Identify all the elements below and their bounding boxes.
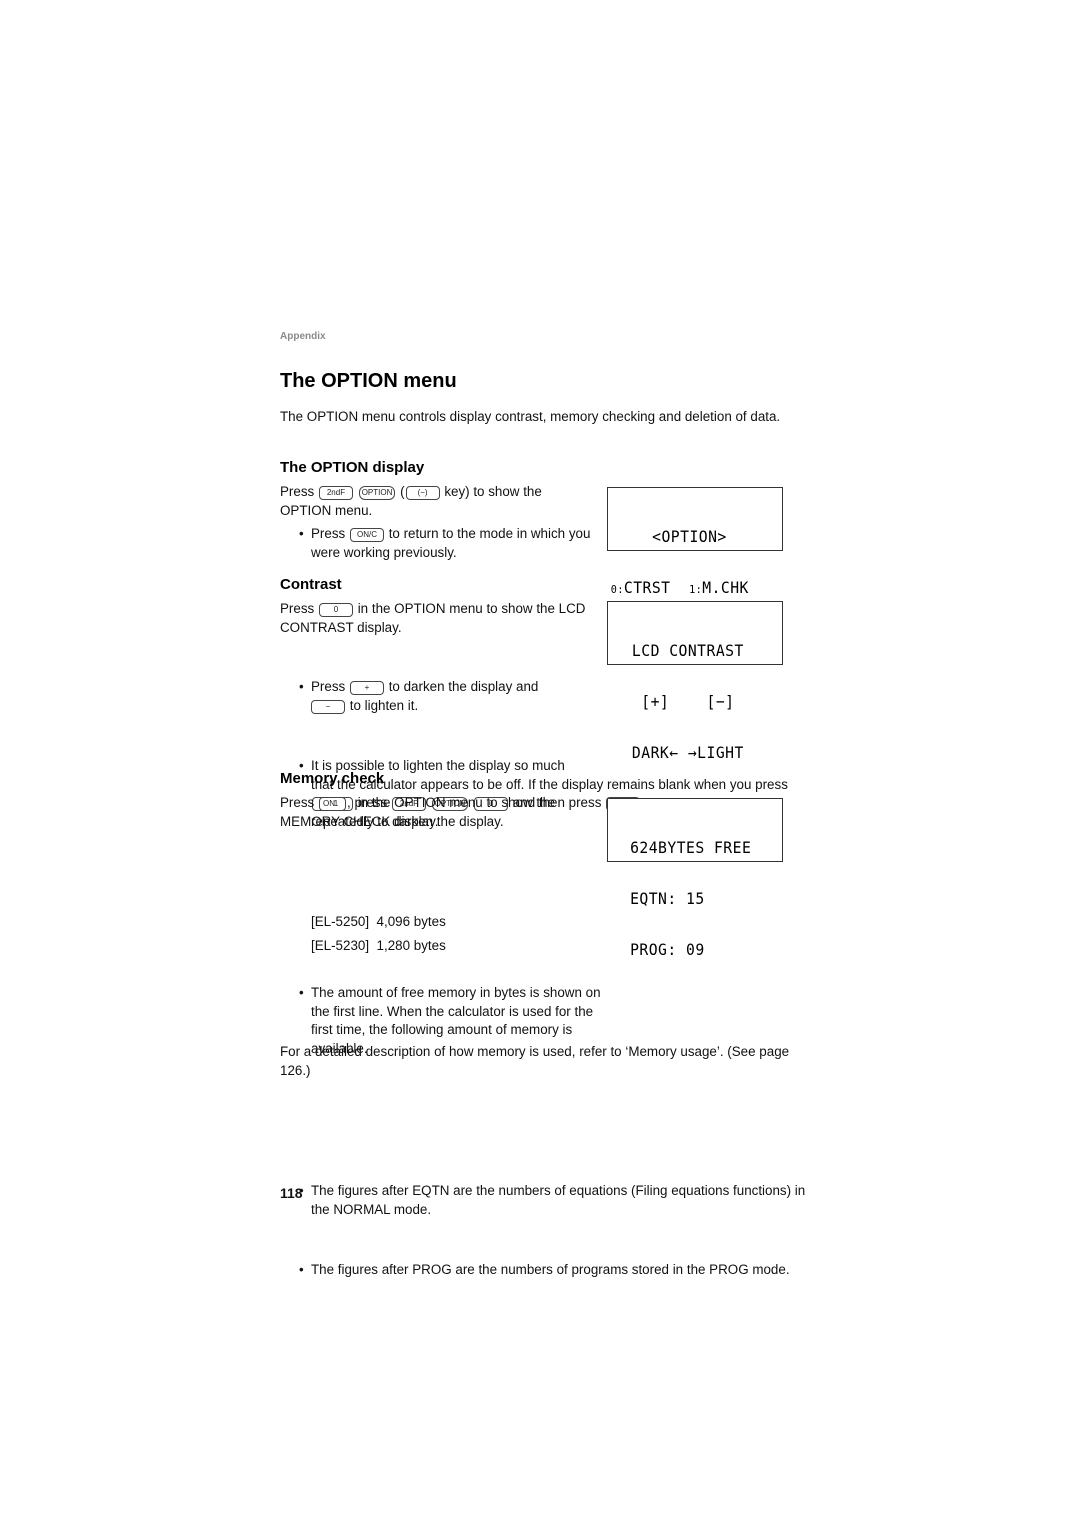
text: Press	[280, 484, 315, 499]
lcd-item: CTRST	[623, 578, 690, 597]
text: Press	[280, 601, 315, 616]
text: Press	[311, 679, 346, 694]
lcd-line-1: 624BYTES FREE	[630, 838, 752, 857]
option-display-bullet: Press ON/C to return to the mode in whic…	[280, 525, 611, 562]
heading-contrast: Contrast	[280, 576, 342, 593]
lcd-memory-check: 624BYTES FREE EQTN: 15 PROG: 09	[607, 798, 783, 958]
lcd-line-2: [+] [−]	[631, 692, 735, 711]
key-2ndf: 2ndF	[318, 486, 353, 500]
lcd-line-2: 0:CTRST 1:M.CHK	[608, 579, 768, 598]
contrast-paragraph: Press 0 in the OPTION menu to show the L…	[280, 600, 590, 637]
model-name: [EL-5250]	[311, 914, 370, 929]
key-negative: (−)	[405, 486, 440, 500]
model-row: [EL-5230] 1,280 bytes	[280, 937, 446, 956]
text: Press	[280, 795, 315, 810]
key-0: 0	[318, 603, 353, 617]
lcd-index: 1:	[689, 583, 703, 596]
lcd-line-3: DARK← →LIGHT	[631, 743, 744, 762]
lcd-contrast: LCD CONTRAST [+] [−] DARK← →LIGHT	[607, 601, 783, 761]
heading-option-display: The OPTION display	[280, 459, 425, 476]
memory-usage-reference: For a detailed description of how memory…	[280, 1044, 790, 1078]
model-row: [EL-5250] 4,096 bytes	[280, 913, 446, 932]
model-bytes: 4,096 bytes	[376, 914, 446, 929]
key-on-c: ON/C	[349, 528, 384, 542]
intro-paragraph: The OPTION menu controls display contras…	[280, 409, 781, 424]
text: to lighten it.	[349, 697, 419, 713]
lcd-item: M.CHK	[702, 578, 749, 597]
text: to darken the display and	[388, 679, 539, 694]
page-number: 118	[280, 1185, 303, 1201]
heading-memory-check: Memory check	[280, 770, 385, 787]
text: Press	[311, 526, 346, 541]
model-bytes: 1,280 bytes	[376, 938, 446, 953]
model-name: [EL-5230]	[311, 938, 370, 953]
option-display-paragraph: Press 2ndF OPTION ((−) key) to show the …	[280, 483, 570, 520]
lcd-line-1: <OPTION>	[652, 527, 727, 546]
lcd-index: 0:	[610, 583, 624, 596]
lcd-line-3: PROG: 09	[630, 940, 705, 959]
key-option: OPTION	[358, 486, 396, 500]
lcd-line-1: LCD CONTRAST	[631, 641, 744, 660]
contrast-bullet-1: Press + to darken the display and − to l…	[280, 678, 611, 715]
key-minus: −	[311, 699, 345, 714]
key-1: 1	[318, 797, 353, 811]
lcd-line-2: EQTN: 15	[630, 889, 705, 908]
memory-check-paragraph: Press 1 in the OPTION menu to show the M…	[280, 794, 590, 831]
lcd-option-menu: <OPTION> 0:CTRST 1:M.CHK 2:DELETE	[607, 487, 783, 649]
text: (	[400, 484, 405, 499]
page-title: The OPTION menu	[280, 370, 457, 392]
section-label: Appendix	[280, 331, 326, 342]
memory-bullet-2: The figures after EQTN are the numbers o…	[280, 1182, 811, 1219]
memory-bullet-3: The figures after PROG are the numbers o…	[280, 1261, 811, 1280]
key-plus: +	[349, 681, 384, 695]
